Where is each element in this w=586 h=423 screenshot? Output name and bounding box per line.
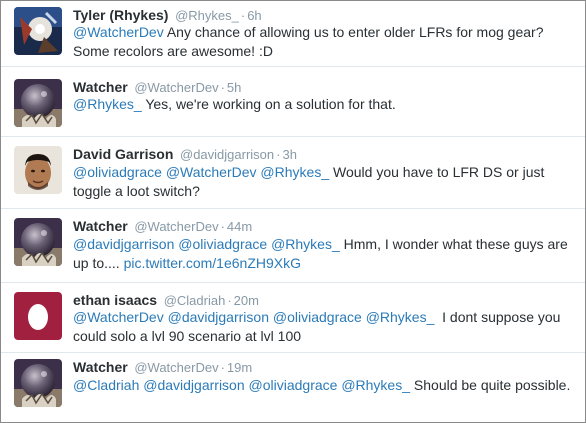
egg-avatar[interactable] [14,292,62,340]
mention-link[interactable]: @davidjgarrison [168,309,269,325]
author-handle[interactable]: @Cladriah [164,293,226,308]
author-handle[interactable]: @Rhykes_ [175,8,239,23]
watcher-avatar[interactable] [14,359,62,407]
tweet-text-line: @WatcherDev @davidjgarrison @oliviadgrac… [73,308,573,327]
watcher-avatar[interactable] [14,218,62,266]
tweet-item[interactable]: David Garrison @davidjgarrison · 3h @olivia… [1,137,585,209]
david-avatar[interactable] [14,146,62,194]
mention-link[interactable]: @oliviadgrace [273,309,362,325]
separator-dot: · [240,8,246,23]
mention-link[interactable]: @Rhykes_ [271,236,340,252]
author-handle[interactable]: @WatcherDev [134,360,218,375]
tweet-header: Watcher @WatcherDev · 19m [73,358,252,377]
tweet-text-segment: Hmm, I wonder what these guys are [339,236,568,252]
author-handle[interactable]: @davidjgarrison [180,147,274,162]
mention-link[interactable]: @davidjgarrison [73,236,174,252]
mention-link[interactable]: @WatcherDev [73,309,164,325]
tweet-text-line: @oliviadgrace @WatcherDev @Rhykes_ Would… [73,163,573,182]
tweet-text-segment: Yes, we're working on a solution for tha… [141,96,396,112]
tweet-timestamp[interactable]: 20m [234,293,259,308]
mention-link[interactable]: @oliviadgrace [249,377,338,393]
tweet-thread: Tyler (Rhykes) @Rhykes_ · 6h @WatcherDev An… [0,0,586,423]
tweet-timestamp[interactable]: 3h [282,147,296,162]
tweet-text-segment: could solo a lvl 90 scenario at lvl 100 [73,328,302,344]
mention-link[interactable]: @davidjgarrison [143,377,244,393]
media-link[interactable]: pic.twitter.com/1e6nZH9XkG [124,255,301,271]
separator-dot: · [220,360,225,375]
tweet-text-line: @davidjgarrison @oliviadgrace @Rhykes_ H… [73,235,573,254]
author-handle[interactable]: @WatcherDev [134,219,218,234]
author-fullname[interactable]: Tyler (Rhykes) [73,7,168,23]
tweet-item[interactable]: Watcher @WatcherDev · 19m @Cladriah @davidj… [1,353,585,422]
tweet-item[interactable]: Watcher @WatcherDev · 44m @davidjgarrison @… [1,209,585,283]
tweet-timestamp[interactable]: 44m [227,219,252,234]
tweet-timestamp[interactable]: 6h [247,8,261,23]
mention-link[interactable]: @Cladriah [73,377,139,393]
tweet-text-segment: up to.... [73,255,124,271]
author-fullname[interactable]: David Garrison [73,146,173,162]
tweet-text-line: up to.... pic.twitter.com/1e6nZH9XkG [73,254,573,273]
mention-link[interactable]: @oliviadgrace [73,164,162,180]
mention-link[interactable]: @oliviadgrace [178,236,267,252]
separator-dot: · [220,219,225,234]
tweet-header: Watcher @WatcherDev · 44m [73,217,252,236]
separator-dot: · [276,147,281,162]
watcher-avatar[interactable] [14,79,62,127]
tweet-timestamp[interactable]: 5h [227,80,241,95]
tweet-text-line: @Cladriah @davidjgarrison @oliviadgrace … [73,376,573,395]
author-fullname[interactable]: Watcher [73,218,128,234]
tweet-text-line: Some recolors are awesome! :D [73,42,573,61]
mention-link[interactable]: @Rhykes_ [260,164,329,180]
mention-link[interactable]: @Rhykes_ [73,96,142,112]
separator-dot: · [220,80,225,95]
mention-link[interactable]: @Rhykes_ [366,309,435,325]
mention-link[interactable]: @Rhykes_ [341,377,410,393]
mention-link[interactable]: @WatcherDev [73,24,164,40]
tweet-text-segment: toggle a loot switch? [73,183,200,199]
tweet-item[interactable]: Tyler (Rhykes) @Rhykes_ · 6h @WatcherDev An… [1,1,585,67]
tweet-text-segment: Should be quite possible. [410,377,571,393]
author-fullname[interactable]: Watcher [73,79,128,95]
tweet-text-line: could solo a lvl 90 scenario at lvl 100 [73,327,573,346]
tweet-timestamp[interactable]: 19m [227,360,252,375]
mention-link[interactable]: @WatcherDev [166,164,257,180]
tweet-text-segment: Some recolors are awesome! :D [73,43,273,59]
tweet-header: David Garrison @davidjgarrison · 3h [73,145,297,164]
tweet-text-segment: I dont suppose you [434,309,561,325]
tweet-text-line: @WatcherDev Any chance of allowing us to… [73,23,573,42]
tyler-avatar[interactable] [14,7,62,55]
tweet-text-segment: Would you have to LFR DS or just [329,164,545,180]
separator-dot: · [227,293,232,308]
author-fullname[interactable]: ethan isaacs [73,292,157,308]
tweet-text-segment: Any chance of allowing us to enter older… [163,24,544,40]
author-handle[interactable]: @WatcherDev [134,80,218,95]
tweet-text-line: @Rhykes_ Yes, we're working on a solutio… [73,95,573,114]
author-fullname[interactable]: Watcher [73,359,128,375]
tweet-item[interactable]: ethan isaacs @Cladriah · 20m @WatcherDev @d… [1,283,585,353]
tweet-item[interactable]: Watcher @WatcherDev · 5h @Rhykes_ Yes, we'r… [1,67,585,137]
tweet-text-line: toggle a loot switch? [73,182,573,201]
